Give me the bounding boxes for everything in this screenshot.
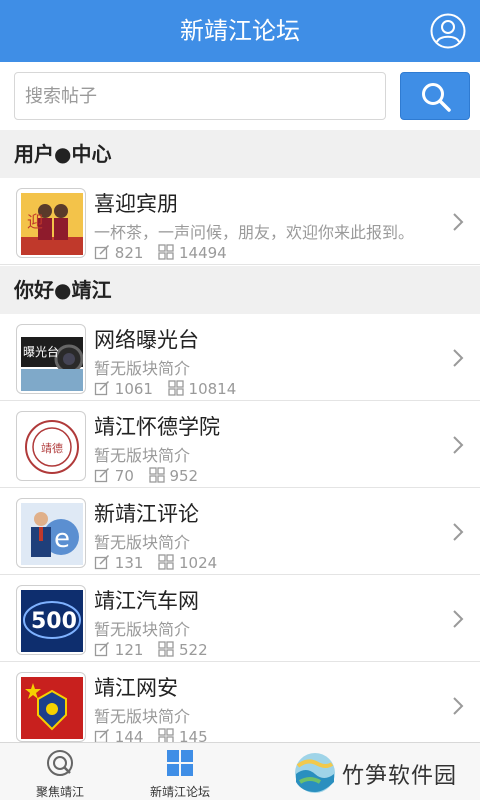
board-row-netsec[interactable]: 靖江网安 暂无版块简介 144 145 bbox=[0, 662, 480, 749]
board-description: 暂无版块简介 bbox=[94, 446, 191, 465]
post-icon bbox=[94, 641, 110, 661]
board-stats: 131 1024 bbox=[94, 554, 227, 572]
app-header: 新靖江论坛 bbox=[0, 0, 480, 62]
board-row-huaide-college[interactable]: 靖德 靖江怀德学院 暂无版块简介 70 952 bbox=[0, 401, 480, 488]
post-count: 70 bbox=[114, 467, 134, 485]
board-thumbnail: 500 bbox=[16, 585, 86, 655]
topic-icon bbox=[168, 380, 184, 400]
board-thumbnail: 曝光台 bbox=[16, 324, 86, 394]
chevron-right-icon bbox=[452, 522, 464, 546]
topic-icon bbox=[149, 467, 165, 487]
board-name: 靖江怀德学院 bbox=[94, 415, 220, 439]
board-row-auto[interactable]: 500 靖江汽车网 暂无版块简介 121 522 bbox=[0, 575, 480, 662]
board-thumbnail: e bbox=[16, 498, 86, 568]
board-description: 一杯茶，一声问候，朋友，欢迎你来此报到。 bbox=[94, 223, 415, 242]
board-name: 靖江汽车网 bbox=[94, 589, 199, 613]
section-header-user-center: 用户●中心 bbox=[0, 130, 480, 178]
tab-label: 聚焦靖江 bbox=[35, 785, 84, 799]
topic-count: 1024 bbox=[178, 554, 218, 572]
post-icon bbox=[94, 467, 110, 487]
topic-icon bbox=[158, 554, 174, 574]
search-input[interactable] bbox=[14, 72, 386, 120]
chevron-right-icon bbox=[452, 435, 464, 459]
board-stats: 1061 10814 bbox=[94, 380, 246, 398]
thumb-label: 靖德 bbox=[41, 441, 63, 455]
e-logo-icon: e bbox=[54, 524, 70, 554]
thumb-label: 曝光台 bbox=[23, 344, 59, 359]
tab-focus-jingjiang[interactable]: 聚焦靖江 bbox=[0, 743, 120, 801]
board-stats: 821 14494 bbox=[94, 244, 237, 262]
board-name: 新靖江评论 bbox=[94, 502, 199, 526]
search-bar bbox=[0, 62, 480, 130]
post-count: 821 bbox=[114, 244, 144, 262]
board-name: 靖江网安 bbox=[94, 676, 178, 700]
topic-count: 14494 bbox=[178, 244, 227, 262]
chevron-right-icon bbox=[452, 348, 464, 372]
topic-count: 522 bbox=[178, 641, 208, 659]
thumb-label: 迎 bbox=[27, 212, 43, 231]
board-row-xiying[interactable]: 迎 喜迎宾朋 一杯茶，一声问候，朋友，欢迎你来此报到。 821 14494 bbox=[0, 178, 480, 265]
section-title: 你好●靖江 bbox=[14, 278, 112, 302]
topic-icon bbox=[158, 244, 174, 264]
section-title: 用户●中心 bbox=[14, 142, 112, 166]
post-icon bbox=[94, 380, 110, 400]
search-button[interactable] bbox=[400, 72, 470, 120]
board-row-exposure[interactable]: 曝光台 网络曝光台 暂无版块简介 1061 10814 bbox=[0, 314, 480, 401]
watermark-logo-icon bbox=[294, 752, 336, 798]
focus-icon bbox=[46, 749, 74, 781]
board-thumbnail bbox=[16, 672, 86, 742]
chevron-right-icon bbox=[452, 212, 464, 236]
board-stats: 121 522 bbox=[94, 641, 218, 659]
topic-icon bbox=[158, 641, 174, 661]
section-header-hello-jingjiang: 你好●靖江 bbox=[0, 266, 480, 314]
post-count: 1061 bbox=[114, 380, 153, 398]
post-count: 131 bbox=[114, 554, 144, 572]
post-icon bbox=[94, 244, 110, 264]
page-title: 新靖江论坛 bbox=[180, 17, 300, 45]
board-thumbnail: 靖德 bbox=[16, 411, 86, 481]
watermark-text: 竹笋软件园 bbox=[342, 764, 458, 789]
board-thumbnail: 迎 bbox=[16, 188, 86, 258]
topic-count: 10814 bbox=[188, 380, 237, 398]
board-name: 网络曝光台 bbox=[94, 328, 199, 352]
thumb-label: 500 bbox=[31, 609, 77, 634]
board-description: 暂无版块简介 bbox=[94, 620, 191, 639]
topic-count: 952 bbox=[169, 467, 199, 485]
post-icon bbox=[94, 554, 110, 574]
grid-icon bbox=[166, 749, 194, 781]
board-description: 暂无版块简介 bbox=[94, 533, 191, 552]
watermark: 竹笋软件园 bbox=[294, 748, 474, 796]
post-count: 121 bbox=[114, 641, 144, 659]
board-description: 暂无版块简介 bbox=[94, 359, 191, 378]
board-description: 暂无版块简介 bbox=[94, 707, 191, 726]
chevron-right-icon bbox=[452, 609, 464, 633]
board-row-commentary[interactable]: e 新靖江评论 暂无版块简介 131 1024 bbox=[0, 488, 480, 575]
board-name: 喜迎宾朋 bbox=[94, 192, 178, 216]
user-icon[interactable] bbox=[430, 13, 466, 49]
board-stats: 70 952 bbox=[94, 467, 208, 485]
chevron-right-icon bbox=[452, 696, 464, 720]
tab-forum[interactable]: 新靖江论坛 bbox=[120, 743, 240, 801]
tab-label: 新靖江论坛 bbox=[149, 785, 210, 799]
